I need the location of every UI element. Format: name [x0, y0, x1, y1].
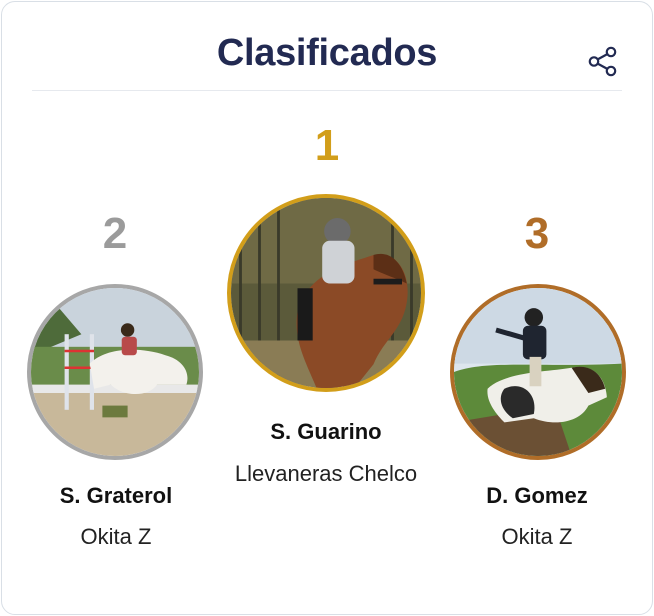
rider-2-photo[interactable]	[27, 284, 203, 460]
rank-3-number: 3	[524, 209, 550, 258]
horse-3-name: Okita Z	[501, 524, 573, 549]
header-divider	[32, 90, 622, 91]
rider-1-name: S. Guarino	[270, 419, 382, 444]
rider-3-name: D. Gomez	[486, 483, 588, 508]
rank-1-number: 1	[314, 121, 340, 170]
card-title: Clasificados	[216, 32, 438, 74]
rider-1-photo[interactable]	[227, 194, 425, 392]
rank-2-number: 2	[102, 209, 128, 258]
rider-2-name: S. Graterol	[59, 483, 173, 508]
share-icon[interactable]	[585, 44, 621, 80]
horse-2-name: Okita Z	[80, 524, 152, 549]
rider-3-photo[interactable]	[450, 284, 626, 460]
